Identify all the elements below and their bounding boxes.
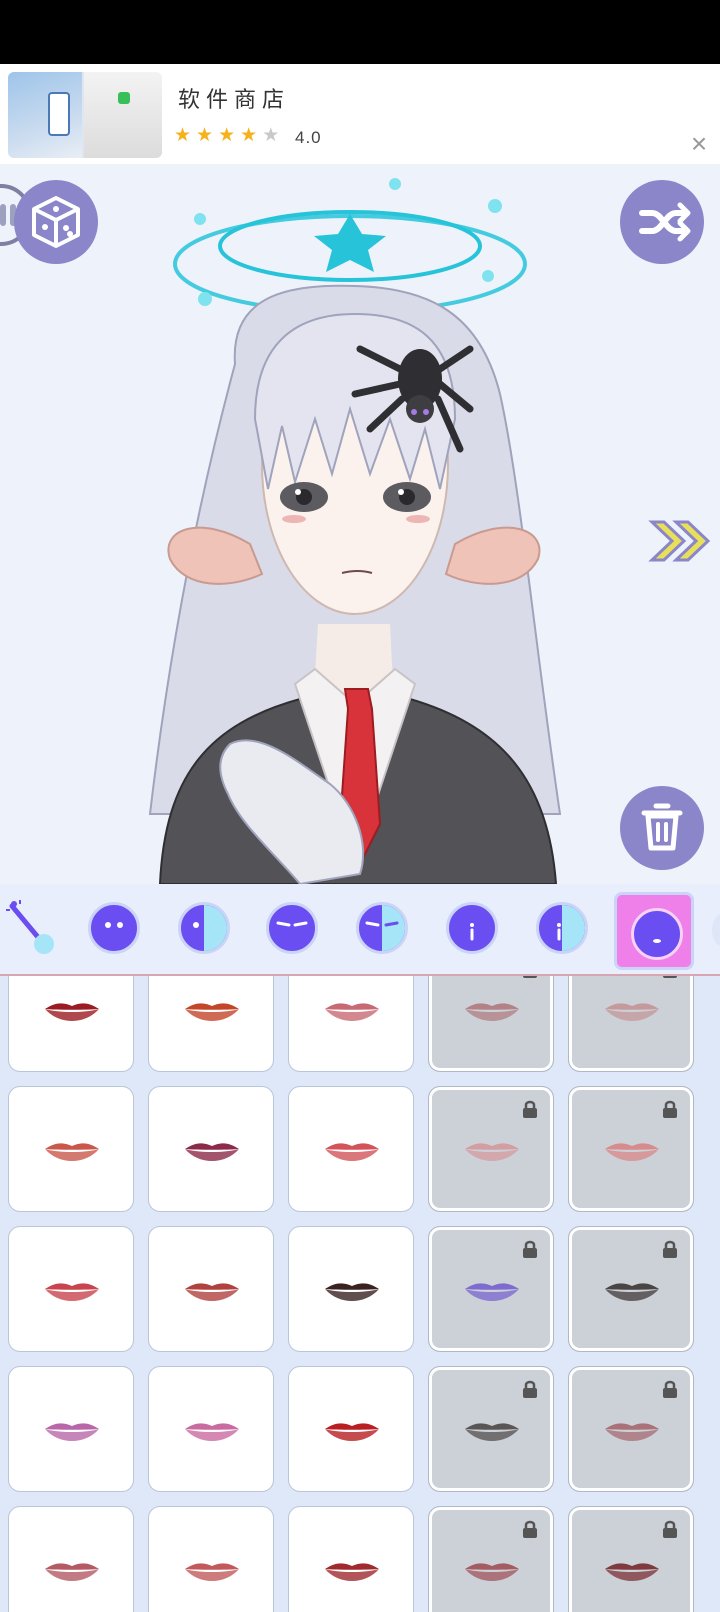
star-empty-icon: ★	[262, 125, 285, 146]
lips-icon	[45, 1283, 99, 1301]
lips-icon	[45, 1563, 99, 1581]
ad-thumbnail[interactable]	[8, 72, 162, 158]
lock-icon	[663, 1240, 677, 1258]
lips-icon	[45, 1423, 99, 1441]
mouth-option[interactable]	[428, 976, 554, 1072]
mouth-option[interactable]	[428, 1086, 554, 1212]
mouth-option[interactable]	[568, 1366, 694, 1492]
mouth-option[interactable]	[568, 976, 694, 1072]
status-bar	[0, 0, 720, 64]
mouth-option[interactable]	[288, 976, 414, 1072]
mouth-option[interactable]	[148, 1506, 274, 1612]
star-filled-icon: ★	[196, 125, 219, 146]
face-dots-tool[interactable]	[88, 902, 140, 954]
mouth-option[interactable]	[428, 1226, 554, 1352]
face-mouth-tool[interactable]	[614, 892, 694, 970]
mouth-option[interactable]	[8, 1506, 134, 1612]
mouth-option[interactable]	[288, 1506, 414, 1612]
face-nose-tool[interactable]	[446, 902, 498, 954]
mouth-options-grid	[0, 976, 720, 1612]
lips-icon	[465, 1003, 519, 1021]
trash-icon[interactable]	[620, 786, 704, 870]
lips-icon	[325, 1283, 379, 1301]
face-brows-half-tool[interactable]	[356, 902, 408, 954]
lock-icon	[523, 1380, 537, 1398]
ad-star-rating: ★★★★★	[174, 124, 284, 147]
double-chevron-right-icon[interactable]	[648, 516, 714, 566]
face-nose-half-tool[interactable]	[536, 902, 588, 954]
lips-icon	[325, 1423, 379, 1441]
lips-icon	[325, 1563, 379, 1581]
close-icon[interactable]: ×	[684, 130, 714, 160]
mouth-option[interactable]	[568, 1086, 694, 1212]
lock-icon	[663, 1520, 677, 1538]
lock-icon	[663, 976, 677, 978]
mouth-option[interactable]	[288, 1086, 414, 1212]
lips-icon	[185, 1143, 239, 1161]
lock-icon	[523, 1520, 537, 1538]
star-filled-icon: ★	[174, 125, 197, 146]
mouth-option[interactable]	[288, 1226, 414, 1352]
lips-icon	[45, 1143, 99, 1161]
mouth-option[interactable]	[8, 1086, 134, 1212]
category-toolbar	[0, 884, 720, 976]
lock-icon	[663, 1380, 677, 1398]
mouth-option[interactable]	[428, 1506, 554, 1612]
mouth-option[interactable]	[148, 1086, 274, 1212]
lock-icon	[523, 976, 537, 978]
lips-icon	[185, 1003, 239, 1021]
lock-icon	[523, 1240, 537, 1258]
ad-rating-value: 4.0	[295, 128, 322, 147]
star-filled-icon: ★	[240, 125, 263, 146]
mouth-option[interactable]	[8, 1366, 134, 1492]
toolbar-overflow-item[interactable]	[712, 914, 720, 946]
character-illustration	[148, 178, 562, 884]
lips-icon	[325, 1003, 379, 1021]
lock-icon	[663, 1100, 677, 1118]
mouth-option[interactable]	[148, 976, 274, 1072]
dice-icon[interactable]	[14, 180, 98, 264]
mouth-option[interactable]	[8, 1226, 134, 1352]
face-half-tool[interactable]	[178, 902, 230, 954]
mouth-option[interactable]	[148, 1366, 274, 1492]
mouth-option[interactable]	[8, 976, 134, 1072]
star-filled-icon: ★	[218, 125, 241, 146]
character-preview	[0, 164, 720, 884]
lips-icon	[185, 1283, 239, 1301]
face-brows-tool[interactable]	[266, 902, 318, 954]
mouth-option[interactable]	[568, 1226, 694, 1352]
lips-icon	[185, 1423, 239, 1441]
mouth-option[interactable]	[288, 1366, 414, 1492]
lips-icon	[325, 1143, 379, 1161]
mouth-option[interactable]	[568, 1506, 694, 1612]
magic-wand-icon[interactable]	[4, 898, 60, 958]
lips-icon	[185, 1563, 239, 1581]
lips-icon	[45, 1003, 99, 1021]
mouth-option[interactable]	[428, 1366, 554, 1492]
shuffle-icon[interactable]	[620, 180, 704, 264]
mouth-option[interactable]	[148, 1226, 274, 1352]
lock-icon	[523, 1100, 537, 1118]
ad-title[interactable]: 软件商店	[178, 82, 290, 114]
ad-banner[interactable]: 软件商店 ★★★★★ 4.0 ×	[0, 64, 720, 164]
lips-icon	[605, 1003, 659, 1021]
